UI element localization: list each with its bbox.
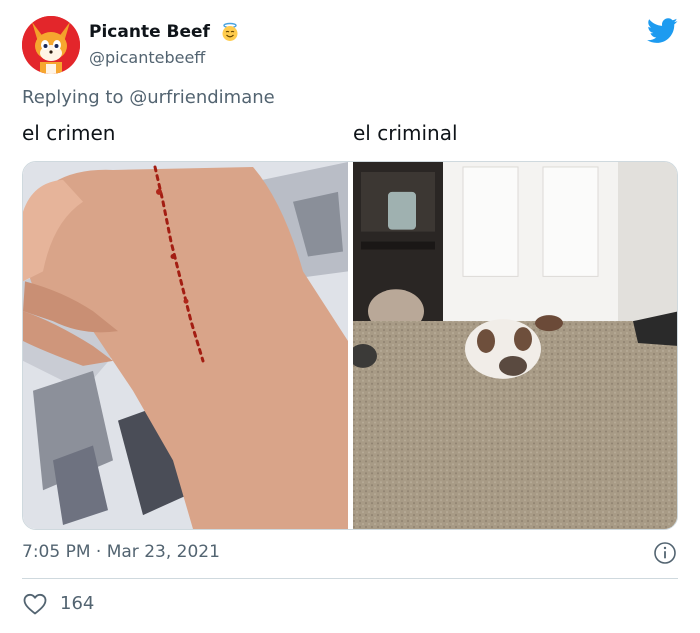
tweet-timestamp[interactable]: 7:05 PM · Mar 23, 2021 bbox=[22, 540, 220, 564]
media-grid bbox=[22, 161, 678, 530]
caption-right: el criminal bbox=[353, 121, 458, 145]
photo-scratched-arm[interactable] bbox=[23, 162, 348, 529]
tweet-card: Picante Beef @picantebeeff Replying to @… bbox=[0, 0, 700, 633]
divider bbox=[22, 578, 678, 579]
halo-smile-emoji-icon bbox=[222, 22, 238, 41]
photo-cat-on-carpet[interactable] bbox=[353, 162, 678, 529]
twitter-bird-icon[interactable] bbox=[647, 18, 678, 44]
info-icon[interactable] bbox=[653, 541, 677, 565]
like-count: 164 bbox=[60, 593, 95, 614]
caption-left: el crimen bbox=[22, 121, 116, 145]
avatar[interactable] bbox=[22, 16, 80, 74]
user-handle[interactable]: @picantebeeff bbox=[89, 47, 205, 69]
reply-prefix: Replying to bbox=[22, 87, 124, 108]
reply-handle-link[interactable]: @urfriendimane bbox=[129, 87, 275, 108]
display-name[interactable]: Picante Beef bbox=[89, 21, 210, 43]
heart-outline-icon bbox=[23, 593, 47, 615]
fox-avatar-image bbox=[22, 16, 80, 74]
reply-context: Replying to @urfriendimane bbox=[22, 86, 275, 110]
like-button[interactable]: 164 bbox=[22, 590, 94, 618]
